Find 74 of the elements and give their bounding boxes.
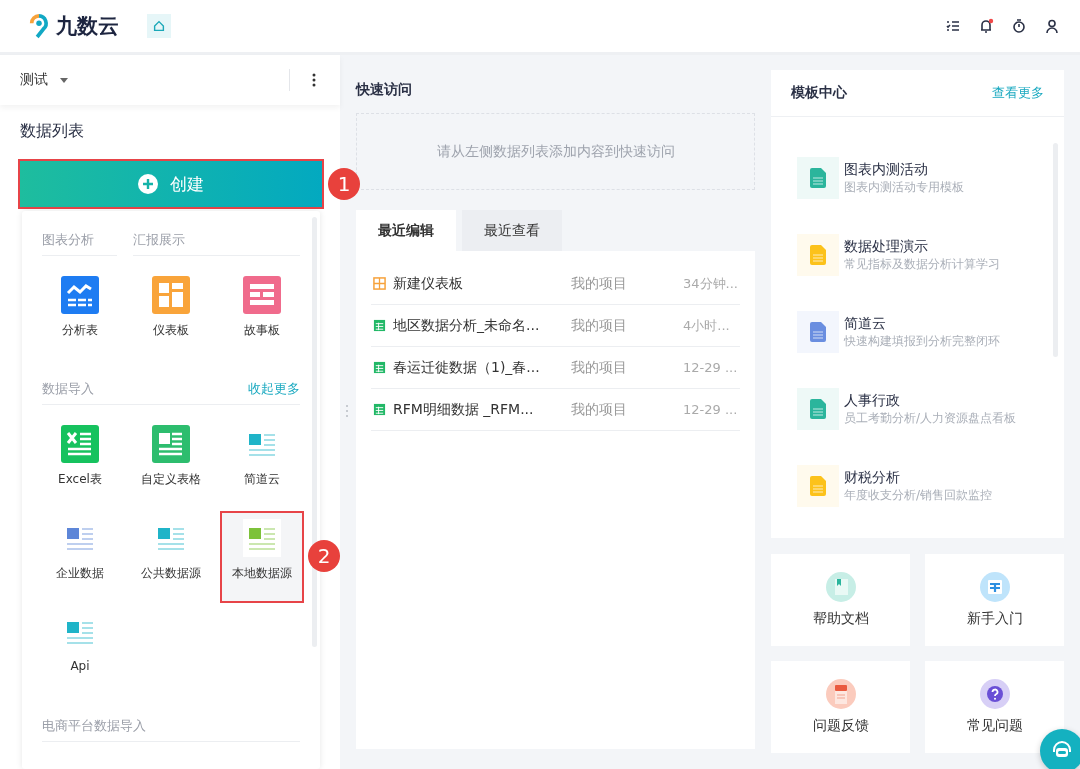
section-title: 快速访问 (356, 81, 413, 99)
table-icon (373, 403, 386, 416)
signpost-icon (979, 572, 1010, 602)
excel-icon (61, 425, 99, 463)
time-cell: 4小时... (683, 316, 730, 335)
empty-hint: 请从左侧数据列表添加内容到快速访问 (436, 142, 675, 161)
logo-text: 九数云 (56, 13, 119, 40)
shortcut-card[interactable]: 新手入门 (925, 554, 1064, 646)
menu-item[interactable]: Excel表 (40, 419, 120, 507)
template-description: 快速构建填报到分析完整闭环 (844, 332, 1000, 350)
project-cell-text: 我的项目 (571, 274, 628, 293)
project-cell-text: 我的项目 (571, 400, 628, 419)
file-name-link[interactable]: 地区数据分析_未命名... (393, 316, 571, 335)
template-description: 常见指标及数据分析计算学习 (844, 255, 1000, 273)
project-cell-text: 我的项目 (571, 358, 628, 377)
resize-handle[interactable] (346, 405, 348, 417)
template-description: 年度收支分析/销售回款监控 (844, 486, 993, 504)
panel-title: 数据列表 (19, 120, 85, 142)
stopwatch-icon[interactable] (1011, 18, 1027, 34)
step-badge: 2 (308, 540, 340, 572)
file-name-link[interactable]: 春运迁徙数据（1)_春... (393, 358, 571, 377)
time-cell: 34分钟... (683, 274, 738, 293)
menu-item[interactable]: 企业数据 (40, 513, 120, 601)
shortcut-card[interactable]: 问题反馈 (771, 661, 910, 753)
tab[interactable]: 最近编辑 (356, 210, 456, 251)
section-heading: 数据导入 (42, 380, 94, 398)
section-heading: 汇报展示 (133, 231, 300, 256)
time-cell: 12-29 ... (683, 360, 738, 375)
home-icon (152, 19, 166, 33)
section-heading: 图表分析 (42, 231, 117, 256)
project-cell-text: 我的项目 (571, 316, 628, 335)
grid-layout-icon (152, 425, 190, 463)
grid-layout-icon (152, 276, 190, 314)
logo-icon (28, 13, 50, 39)
bell-icon[interactable] (978, 18, 994, 34)
template-name[interactable]: 人事行政 (844, 391, 1017, 410)
menu-item[interactable]: 简道云 (222, 419, 302, 507)
message-icon (825, 679, 856, 709)
user-icon[interactable] (1044, 18, 1060, 34)
file-name-link[interactable]: 新建仪表板 (393, 274, 571, 293)
step-badge: 1 (328, 168, 360, 200)
section-heading: 电商平台数据导入 (42, 717, 146, 735)
grid-layout-icon (243, 276, 281, 314)
table-icon (373, 319, 386, 332)
tab[interactable]: 最近查看 (462, 210, 562, 251)
file-name-link[interactable]: RFM明细数据 _RFM... (393, 400, 571, 419)
template-name[interactable]: 简道云 (844, 314, 1000, 333)
dashboard-icon (373, 277, 386, 290)
template-name[interactable]: 财税分析 (844, 468, 993, 487)
book-icon (825, 572, 856, 602)
menu-item[interactable]: 分析表 (40, 270, 120, 358)
plus-icon (138, 174, 158, 194)
line-chart-icon (61, 276, 99, 314)
project-dropdown[interactable]: 测试 (20, 71, 68, 89)
section-title: 模板中心 (791, 84, 847, 102)
template-name[interactable]: 数据处理演示 (844, 237, 1000, 256)
shortcut-card[interactable]: 帮助文档 (771, 554, 910, 646)
menu-item[interactable]: 自定义表格 (131, 419, 211, 507)
table-icon (373, 361, 386, 374)
shortcut-card[interactable]: 常见问题 (925, 661, 1064, 753)
menu-item[interactable]: Api (40, 607, 120, 695)
task-list-icon[interactable] (945, 18, 961, 34)
menu-item[interactable]: 仪表板 (131, 270, 211, 358)
data-source-icon (243, 519, 281, 557)
template-description: 员工考勤分析/人力资源盘点看板 (844, 409, 1017, 427)
menu-item[interactable]: 公共数据源 (131, 513, 211, 601)
time-cell: 12-29 ... (683, 402, 738, 417)
customer-service-button[interactable] (1040, 729, 1080, 769)
more-icon (312, 73, 316, 87)
template-name[interactable]: 图表内测活动 (844, 160, 964, 179)
template-description: 图表内测活动专用模板 (844, 178, 964, 196)
home-button[interactable] (147, 14, 171, 38)
menu-item[interactable]: 故事板 (222, 270, 302, 358)
question-icon (979, 679, 1010, 709)
